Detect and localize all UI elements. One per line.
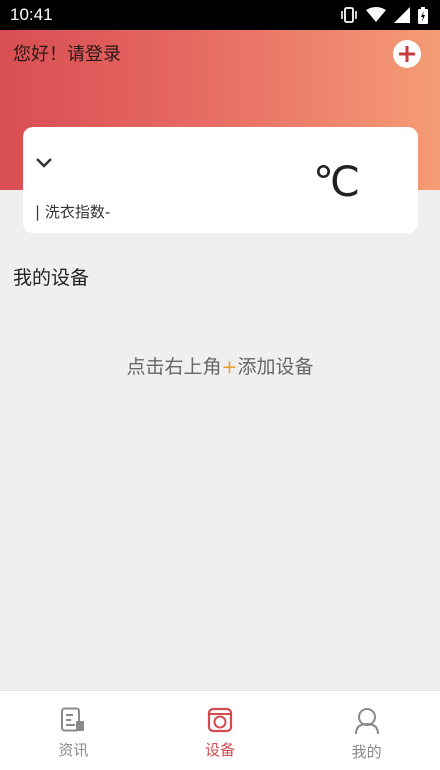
- nav-label-devices: 设备: [204, 741, 235, 759]
- status-icons: [340, 6, 428, 24]
- profile-icon: [354, 708, 379, 735]
- add-device-button[interactable]: [393, 40, 421, 68]
- laundry-index-text: | 洗衣指数-: [35, 203, 111, 221]
- login-greeting-link[interactable]: 您好！请登录: [13, 40, 121, 66]
- vibrate-icon: [341, 7, 357, 23]
- news-icon: [61, 707, 85, 732]
- wifi-icon: [366, 7, 386, 22]
- signal-icon: [394, 7, 410, 23]
- bottom-nav: 资讯 设备 我的: [0, 690, 440, 770]
- empty-hint-prefix: 点击右上角: [126, 356, 222, 378]
- device-icon: [207, 707, 233, 733]
- status-bar: 10:41: [0, 0, 440, 30]
- my-devices-title: 我的设备: [13, 267, 90, 289]
- weather-card: ℃ | 洗衣指数-: [23, 127, 418, 233]
- chevron-down-icon[interactable]: [34, 155, 54, 171]
- nav-tab-profile[interactable]: 我的: [312, 691, 422, 762]
- app-screen: 10:41 您好！请登录 ℃ | 洗衣指数- 我的设备 点击右上角+添加设备 资…: [0, 0, 440, 770]
- empty-hint-plus: +: [221, 356, 238, 378]
- battery-icon: [418, 6, 428, 24]
- nav-tab-news[interactable]: 资讯: [18, 691, 128, 760]
- status-time: 10:41: [10, 5, 53, 24]
- nav-tab-devices[interactable]: 设备: [165, 691, 275, 760]
- nav-label-news: 资讯: [58, 741, 89, 759]
- temperature-unit: ℃: [313, 158, 361, 205]
- plus-circle-icon: [399, 46, 415, 62]
- empty-hint-suffix: 添加设备: [237, 356, 314, 378]
- nav-label-profile: 我的: [351, 743, 382, 761]
- empty-devices-hint: 点击右上角+添加设备: [0, 352, 440, 379]
